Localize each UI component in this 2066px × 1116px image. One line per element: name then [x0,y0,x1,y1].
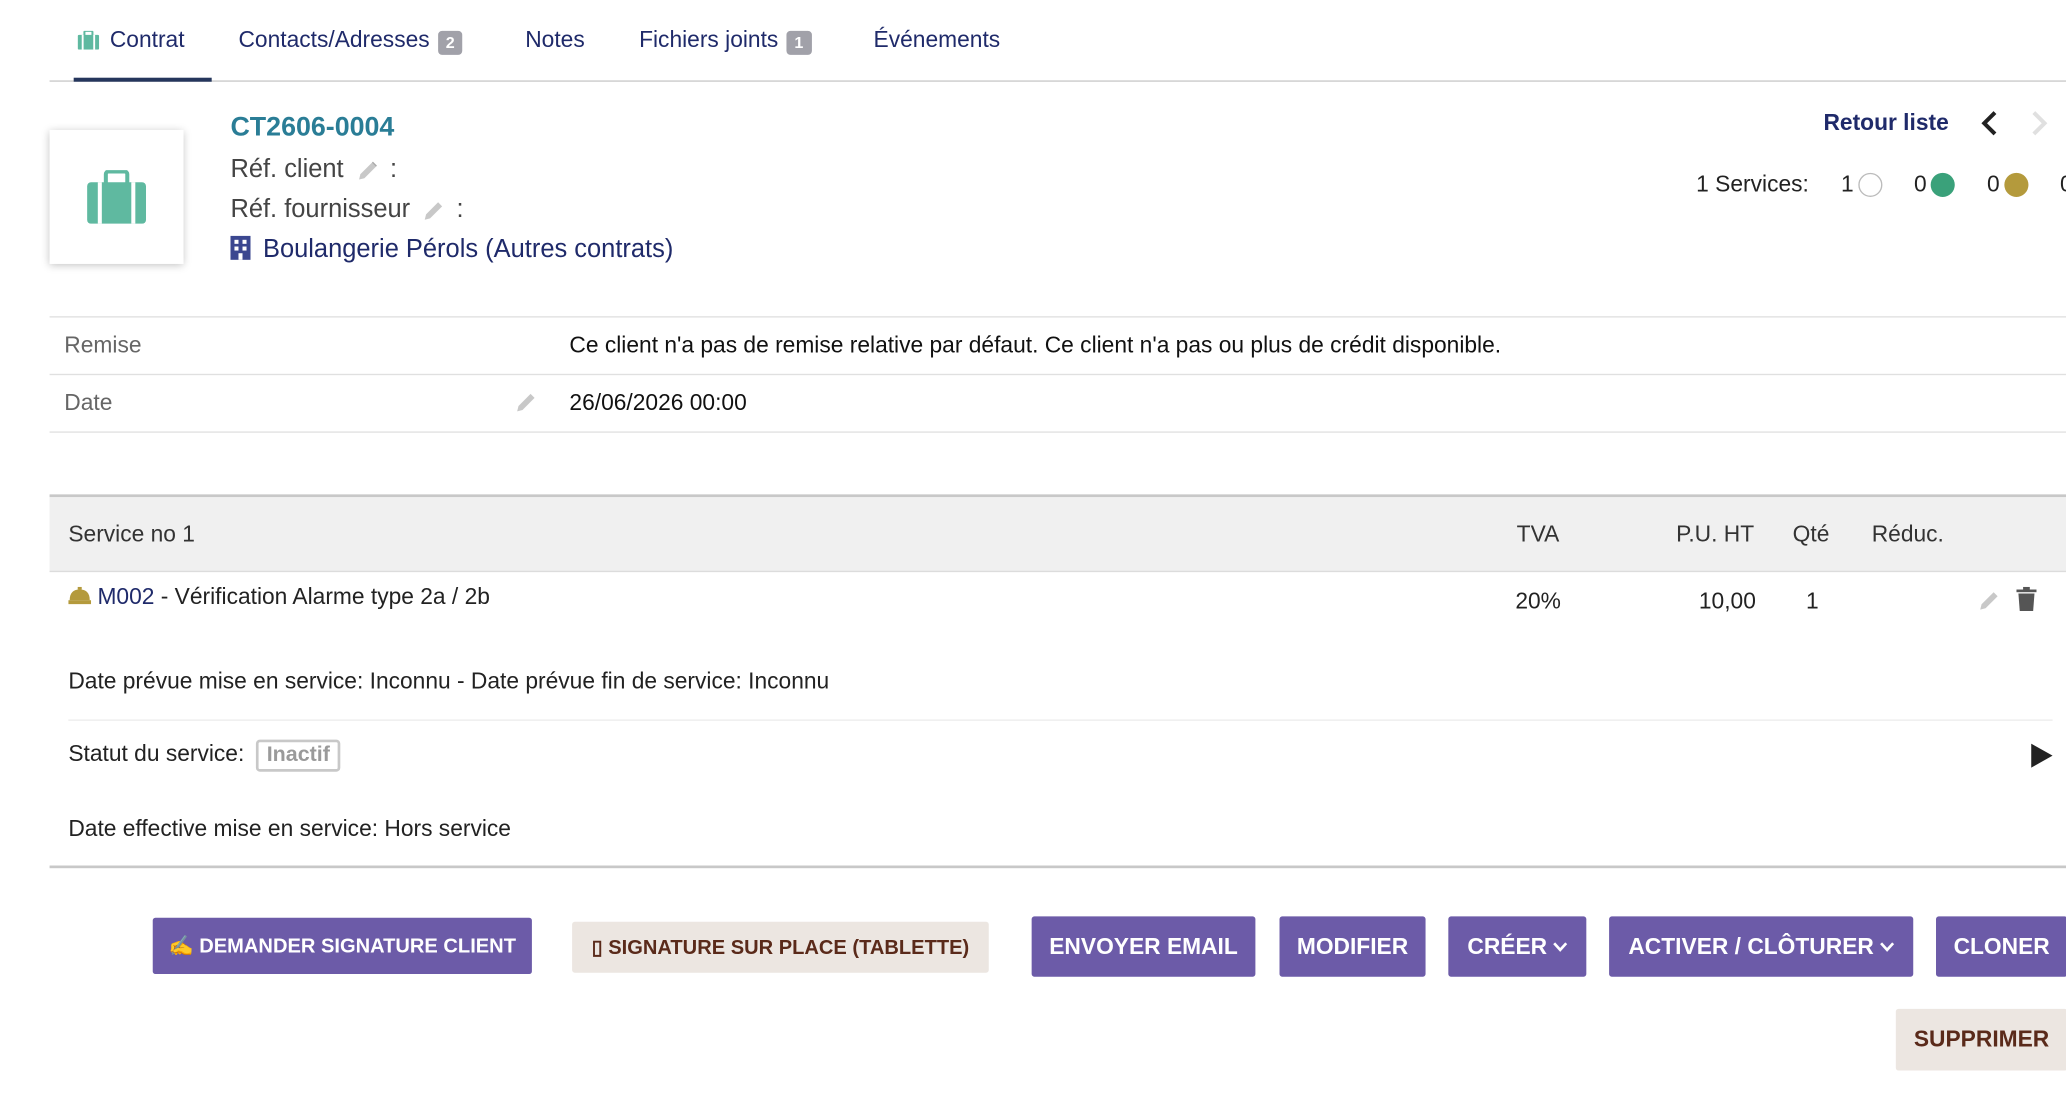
date-value: 26/06/2026 00:00 [569,389,747,416]
status-running-dot [1930,172,1955,197]
remise-value: Ce client n'a pas de remise relative par… [569,332,1502,358]
chevron-down-icon [1879,941,1894,952]
services-summary: 1 Services: 1 0 0 0 [1696,171,2066,198]
product-label: - Vérification Alarme type 2a / 2b [154,584,490,610]
building-icon [230,235,251,260]
chevron-right-icon [2032,111,2048,136]
divider [49,431,2066,433]
send-email-button[interactable]: ENVOYER EMAIL [1031,916,1256,977]
clone-button[interactable]: CLONER [1936,916,2066,977]
tab-contrat[interactable]: Contrat [73,26,212,82]
tab-label: Contacts/Adresses [238,26,430,53]
tab-count-badge: 2 [437,30,463,55]
back-to-list-link[interactable]: Retour liste [1823,110,1948,137]
thirdparty-link[interactable]: Boulangerie Pérols [263,236,478,264]
status-draft-count: 1 [1841,171,1882,198]
tab-label: Contrat [109,26,185,53]
service-title: Service no 1 [68,521,195,547]
service-tva: 20% [1515,588,1561,614]
chevron-left-icon[interactable] [1980,110,1999,137]
create-button[interactable]: CRÉER [1448,916,1587,977]
planned-dates: Date prévue mise en service: Inconnu - D… [68,668,830,695]
briefcase-icon [87,170,147,224]
tab-notes[interactable]: Notes [525,27,585,82]
ref-client-label: Réf. client [230,155,344,184]
status-closed-count: 0 [2060,171,2066,198]
status-badge: Inactif [256,739,341,772]
service-unit-price: 10,00 [1698,588,1756,614]
request-signature-button[interactable]: ✍ DEMANDER SIGNATURE CLIENT [152,917,532,975]
status-running-count: 0 [1914,171,1955,198]
col-unit-price: P.U. HT [1676,521,1755,547]
date-label: Date [64,389,113,416]
tab-label: Événements [873,26,1001,53]
effective-date: Date effective mise en service: Hors ser… [68,815,511,842]
service-bell-icon [68,586,92,605]
tab-bar: Contrat Contacts/Adresses 2 Notes Fichie… [49,0,2066,82]
product-ref-link[interactable]: M002 [97,584,154,609]
divider [68,719,2053,721]
tab-attached-files[interactable]: Fichiers joints 1 [639,26,812,82]
tab-events[interactable]: Événements [874,27,1001,82]
delete-button[interactable]: SUPPRIMER [1895,1008,2066,1071]
play-icon[interactable] [2031,743,2053,768]
tab-contacts[interactable]: Contacts/Adresses 2 [238,26,463,82]
activate-close-label: ACTIVER / CLÔTURER [1628,933,1874,959]
col-qty: Qté [1792,521,1830,547]
other-contracts-link[interactable]: (Autres contrats) [485,236,673,264]
ref-supplier-line: Réf. fournisseur : [230,196,463,225]
thirdparty-line: Boulangerie Pérols (Autres contrats) [230,235,673,265]
create-label: CRÉER [1467,933,1548,959]
status-expired-count: 0 [1987,171,2028,198]
contract-page: Contrat Contacts/Adresses 2 Notes Fichie… [0,0,2066,1116]
contract-icon [77,30,100,50]
col-discount: Réduc. [1871,521,1944,547]
tab-label: Notes [525,26,585,53]
tab-count-badge: 1 [786,30,812,55]
services-count-label: 1 Services: [1696,171,1809,197]
remise-label: Remise [64,332,142,358]
ref-supplier-label: Réf. fournisseur [230,195,411,224]
status-expired-dot [2003,172,2028,197]
edit-pencil-icon[interactable] [1978,588,2002,612]
modify-button[interactable]: MODIFIER [1279,916,1426,977]
service-product: M002 - Vérification Alarme type 2a / 2b [68,584,490,611]
chevron-down-icon [1552,941,1567,952]
remise-row: Remise Ce client n'a pas de remise relat… [49,316,2066,374]
colon: : [389,155,398,184]
activate-close-button[interactable]: ACTIVER / CLÔTURER [1609,916,1914,977]
trash-icon[interactable] [2016,586,2037,611]
edit-pencil-icon[interactable] [514,390,538,414]
service-qty: 1 [1806,588,1819,614]
onsite-signature-button[interactable]: ▯ SIGNATURE SUR PLACE (TABLETTE) [572,921,989,973]
date-row: Date 26/06/2026 00:00 [49,373,2066,432]
contract-logo [49,129,184,264]
col-tva: TVA [1516,521,1560,547]
divider [49,865,2066,869]
colon: : [456,195,464,224]
ref-client-line: Réf. client : [230,155,397,184]
edit-pencil-icon[interactable] [423,198,447,222]
edit-pencil-icon[interactable] [356,158,380,182]
tab-label: Fichiers joints [639,26,779,53]
status-draft-dot [1857,172,1882,197]
service-status-label: Statut du service: [68,740,245,767]
service-status-line: Statut du service: Inactif [68,739,341,772]
contract-ref: CT2606-0004 [230,112,395,143]
service-table-header: Service no 1 TVA P.U. HT Qté Réduc. [49,494,2066,573]
